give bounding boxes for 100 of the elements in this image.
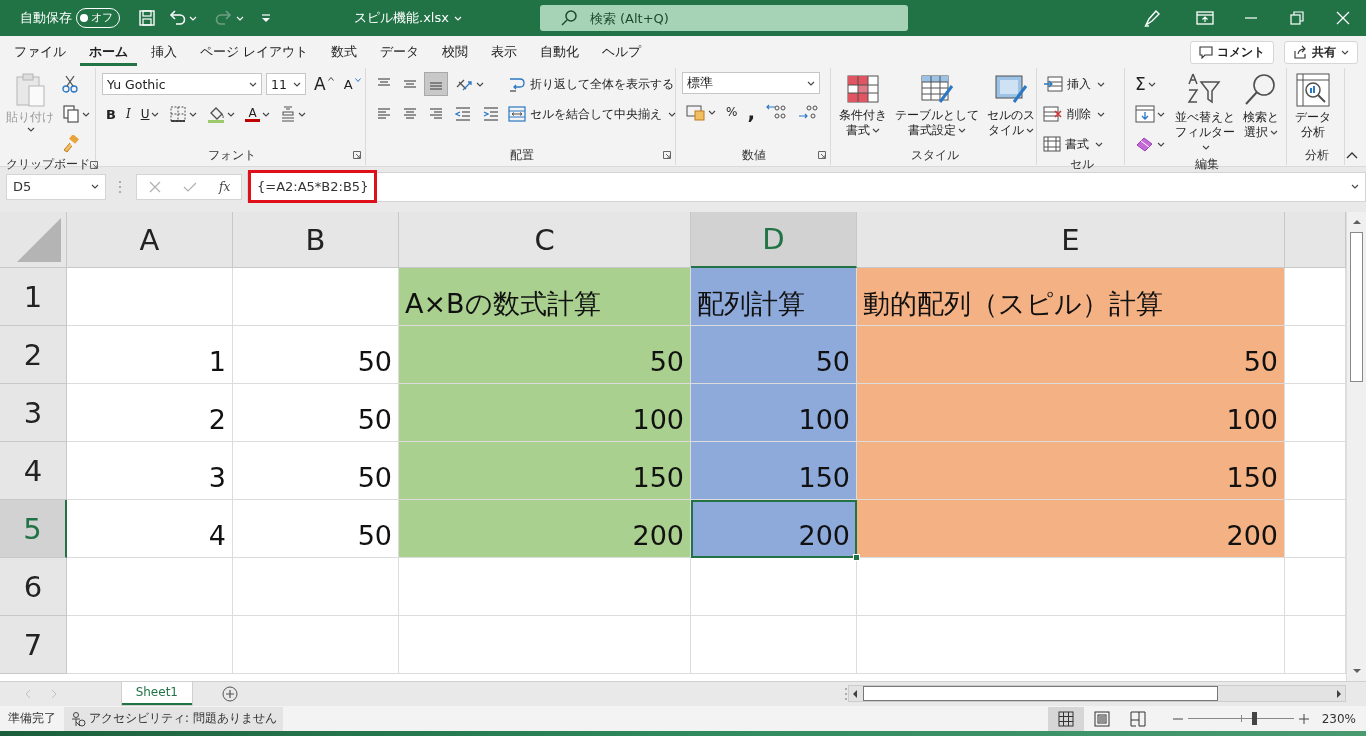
add-sheet-icon[interactable]: [221, 685, 238, 702]
menu-tab[interactable]: 自動化: [531, 38, 588, 66]
menu-tab[interactable]: ページ レイアウト: [191, 38, 317, 66]
grip-icon[interactable]: [843, 686, 848, 701]
format-as-table-button[interactable]: テーブルとして書式設定: [893, 72, 981, 138]
check-icon[interactable]: [183, 180, 197, 193]
row-header[interactable]: 2: [0, 326, 67, 384]
dialog-launcher-icon[interactable]: [90, 160, 98, 169]
menu-tab[interactable]: ファイル: [5, 38, 75, 66]
row-header[interactable]: 5: [0, 500, 67, 558]
font-color-button[interactable]: A: [241, 102, 274, 126]
copy-icon[interactable]: [62, 105, 80, 123]
phonetic-guide-icon[interactable]: [279, 105, 296, 123]
formula-field[interactable]: {=A2:A5*B2:B5}: [247, 171, 1366, 202]
vertical-scrollbar[interactable]: [1346, 212, 1366, 681]
table-cell: 100: [857, 384, 1285, 442]
group-label: 配置: [509, 146, 534, 164]
underline-button[interactable]: U: [136, 102, 164, 126]
find-select-button[interactable]: 検索と選択: [1241, 72, 1281, 140]
customize-icon[interactable]: [260, 12, 272, 24]
cell-styles-button[interactable]: セルのスタイル: [985, 72, 1037, 138]
search-field[interactable]: 検索 (Alt+Q): [589, 10, 870, 26]
caret-icon: [354, 78, 361, 82]
zoom-slider-thumb[interactable]: [1252, 712, 1258, 725]
restore-icon[interactable]: [1290, 11, 1304, 25]
delete-button[interactable]: 削除: [1043, 102, 1105, 126]
menu-tab[interactable]: 数式: [322, 38, 366, 66]
row-header[interactable]: 3: [0, 384, 67, 442]
collapse-ribbon-icon[interactable]: [1346, 151, 1358, 159]
ribbon-display-icon[interactable]: [1196, 10, 1214, 26]
sheet-tab[interactable]: Sheet1: [121, 681, 192, 705]
decrease-decimal-icon[interactable]: [797, 103, 819, 121]
column-header[interactable]: C: [399, 212, 691, 268]
caret-icon: [91, 184, 99, 189]
dialog-launcher-icon[interactable]: [353, 151, 361, 159]
increase-indent-icon[interactable]: [482, 106, 500, 122]
column-header[interactable]: E: [857, 212, 1285, 268]
eraser-icon[interactable]: [1135, 136, 1155, 152]
insert-function-button[interactable]: fx: [219, 179, 231, 194]
view-button[interactable]: [1047, 706, 1084, 731]
menu-tab[interactable]: 校閲: [433, 38, 477, 66]
conditional-format-button[interactable]: 条件付き書式: [837, 72, 889, 138]
scrollbar-thumb[interactable]: [1350, 232, 1363, 382]
analyze-data-button[interactable]: データ分析: [1293, 72, 1333, 140]
font-size-dropdown[interactable]: 11: [266, 73, 306, 95]
menu-tab[interactable]: 挿入: [142, 38, 186, 66]
accessibility-button[interactable]: アクセシビリティ: 問題ありません: [64, 706, 283, 731]
dialog-launcher-icon[interactable]: [663, 151, 671, 159]
autosum-button[interactable]: Σ: [1131, 72, 1169, 96]
menu-tab[interactable]: データ: [371, 38, 428, 66]
column-header[interactable]: D: [691, 212, 857, 268]
search-icon: [559, 9, 578, 27]
number-format-dropdown[interactable]: 標準: [682, 72, 820, 94]
bold-button[interactable]: B: [102, 102, 120, 126]
italic-button[interactable]: I: [121, 102, 135, 126]
paintbrush-icon[interactable]: [62, 135, 80, 153]
undo-icon[interactable]: [168, 9, 186, 27]
font-name-dropdown[interactable]: Yu Gothic: [102, 73, 262, 95]
save-icon[interactable]: [138, 9, 156, 27]
increase-decimal-icon[interactable]: [765, 103, 787, 121]
row-header[interactable]: 6: [0, 558, 67, 616]
file-name-button[interactable]: スピル機能.xlsx: [354, 9, 462, 27]
align-right-icon[interactable]: [428, 106, 444, 122]
comment-button[interactable]: コメント: [1190, 40, 1274, 64]
increase-font-button[interactable]: A: [310, 72, 338, 96]
merge-center-button[interactable]: セルを結合して中央揃え: [508, 102, 676, 126]
align-center-icon[interactable]: [402, 106, 418, 122]
zoom-level[interactable]: 230%: [1321, 711, 1356, 726]
paint-bucket-icon[interactable]: [207, 105, 226, 123]
align-left-icon[interactable]: [376, 106, 392, 122]
pen-icon[interactable]: [1142, 8, 1162, 28]
currency-icon[interactable]: [686, 103, 706, 121]
column-header[interactable]: A: [67, 212, 233, 268]
sort-filter-button[interactable]: 並べ替えとフィルター: [1173, 72, 1237, 155]
close-icon[interactable]: [1336, 11, 1350, 25]
menu-tab[interactable]: 表示: [482, 38, 526, 66]
zoom-in-button[interactable]: [1297, 713, 1310, 724]
borders-icon[interactable]: [169, 105, 188, 123]
decrease-indent-icon[interactable]: [454, 106, 472, 122]
row-header[interactable]: 4: [0, 442, 67, 500]
search-bar[interactable]: 検索 (Alt+Q): [539, 5, 908, 31]
comma-button[interactable]: ,: [743, 100, 759, 124]
caret-icon[interactable]: [1351, 184, 1359, 189]
format-button[interactable]: 書式: [1043, 132, 1105, 156]
fill-down-icon[interactable]: [1135, 105, 1155, 123]
horizontal-scrollbar[interactable]: [847, 685, 1346, 702]
decrease-font-button[interactable]: A: [339, 72, 365, 96]
dialog-launcher-icon[interactable]: [818, 151, 826, 159]
fill-handle[interactable]: [853, 554, 860, 561]
row-header[interactable]: 1: [0, 268, 67, 326]
name-box[interactable]: D5: [6, 173, 106, 200]
share-button[interactable]: 共有: [1284, 40, 1358, 64]
row-header[interactable]: 7: [0, 616, 67, 674]
caret-icon: [327, 77, 334, 81]
percent-button[interactable]: %: [722, 100, 742, 124]
scissors-icon[interactable]: [62, 75, 78, 93]
insert-button[interactable]: 挿入: [1043, 72, 1105, 96]
menu-tab[interactable]: ヘルプ: [593, 38, 650, 66]
wrap-text-button[interactable]: 折り返して全体を表示する: [508, 72, 676, 96]
column-header[interactable]: B: [233, 212, 399, 268]
